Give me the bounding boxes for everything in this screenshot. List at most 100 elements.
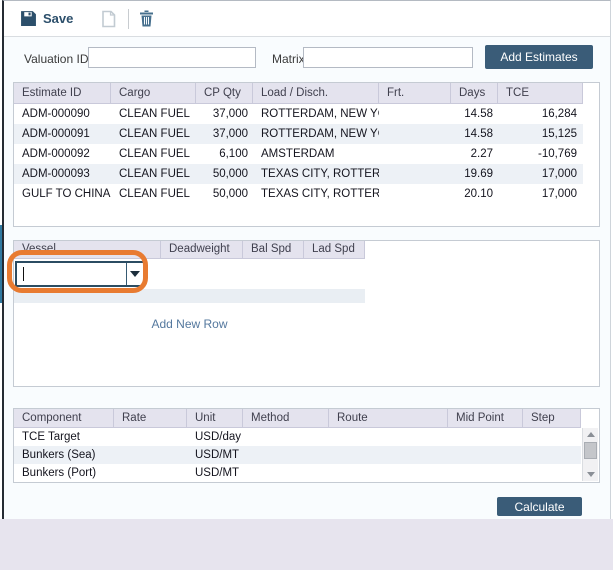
table-cell[interactable]: [329, 446, 448, 464]
table-cell[interactable]: 15,125: [498, 124, 583, 144]
matrix-input[interactable]: [303, 47, 473, 68]
add-new-row-link[interactable]: Add New Row: [14, 317, 365, 331]
table-cell[interactable]: [523, 464, 581, 482]
table-cell[interactable]: 50,000: [196, 164, 253, 184]
column-header: Deadweight: [161, 241, 243, 259]
table-cell[interactable]: ROTTERDAM, NEW YORK: [253, 104, 379, 124]
table-cell[interactable]: ADM-000091: [14, 124, 111, 144]
estimates-grid: Estimate IDCargoCP QtyLoad / Disch.Frt.D…: [13, 82, 600, 227]
table-cell[interactable]: CLEAN FUEL: [111, 164, 196, 184]
table-cell[interactable]: ADM-000090: [14, 104, 111, 124]
table-cell[interactable]: [329, 464, 448, 482]
new-document-icon: [101, 10, 116, 28]
scrollbar-track[interactable]: [583, 460, 598, 468]
toolbar-divider: [128, 9, 129, 29]
table-cell[interactable]: 50,000: [196, 184, 253, 204]
table-cell[interactable]: [114, 428, 187, 446]
table-cell[interactable]: 20.10: [451, 184, 498, 204]
vessel-combobox-input[interactable]: [17, 263, 126, 285]
column-header: Bal Spd: [243, 241, 304, 259]
matrix-label: Matrix: [272, 52, 305, 66]
vessel-empty-row[interactable]: [14, 289, 365, 303]
table-cell[interactable]: [448, 464, 523, 482]
table-cell[interactable]: TCE Target: [14, 428, 114, 446]
footer: [0, 519, 613, 570]
table-row[interactable]: ADM-000090CLEAN FUEL37,000ROTTERDAM, NEW…: [14, 104, 599, 124]
components-grid-body: TCE TargetUSD/dayBunkers (Sea)USD/MTBunk…: [14, 428, 599, 482]
table-cell[interactable]: [379, 184, 451, 204]
table-cell[interactable]: [379, 124, 451, 144]
column-header: Method: [243, 409, 329, 428]
table-cell[interactable]: GULF TO CHINA: [14, 184, 111, 204]
table-cell[interactable]: [523, 428, 581, 446]
table-cell[interactable]: TEXAS CITY, ROTTERDAM: [253, 184, 379, 204]
table-cell[interactable]: [379, 104, 451, 124]
table-row[interactable]: ADM-000092CLEAN FUEL6,100AMSTERDAM 2.27-1…: [14, 144, 599, 164]
table-cell[interactable]: 17,000: [498, 184, 583, 204]
table-cell[interactable]: 6,100: [196, 144, 253, 164]
table-row[interactable]: ADM-000091CLEAN FUEL37,000ROTTERDAM, NEW…: [14, 124, 599, 144]
table-cell[interactable]: CLEAN FUEL: [111, 104, 196, 124]
valuation-id-input[interactable]: [88, 47, 256, 68]
column-header: TCE: [498, 83, 583, 104]
table-row[interactable]: GULF TO CHINACLEAN FUEL50,000TEXAS CITY,…: [14, 184, 599, 204]
table-cell[interactable]: [379, 144, 451, 164]
table-cell[interactable]: ADM-000093: [14, 164, 111, 184]
delete-button[interactable]: [139, 10, 154, 27]
table-cell[interactable]: 37,000: [196, 124, 253, 144]
table-row[interactable]: Bunkers (Port) USD/MT: [14, 464, 599, 482]
table-cell[interactable]: CLEAN FUEL: [111, 184, 196, 204]
table-cell[interactable]: [243, 446, 329, 464]
table-cell[interactable]: [379, 164, 451, 184]
column-header: Step: [523, 409, 581, 428]
table-cell[interactable]: 37,000: [196, 104, 253, 124]
table-cell[interactable]: 19.69: [451, 164, 498, 184]
table-row[interactable]: ADM-000093CLEAN FUEL50,000TEXAS CITY, RO…: [14, 164, 599, 184]
table-cell[interactable]: USD/day: [187, 428, 243, 446]
scroll-up-button[interactable]: [583, 428, 598, 441]
vessel-dropdown-button[interactable]: [126, 263, 143, 285]
table-cell[interactable]: Bunkers (Port): [14, 464, 114, 482]
scrollbar-thumb[interactable]: [584, 442, 597, 459]
table-cell[interactable]: USD/MT: [187, 464, 243, 482]
scroll-down-button[interactable]: [583, 468, 598, 481]
table-cell[interactable]: AMSTERDAM: [253, 144, 379, 164]
table-cell[interactable]: 14.58: [451, 124, 498, 144]
table-cell[interactable]: [114, 464, 187, 482]
new-document-button[interactable]: [101, 10, 116, 28]
table-cell[interactable]: CLEAN FUEL: [111, 144, 196, 164]
table-cell[interactable]: 2.27: [451, 144, 498, 164]
save-button-label: Save: [43, 11, 73, 26]
calculate-button[interactable]: Calculate: [497, 497, 582, 516]
table-cell[interactable]: 14.58: [451, 104, 498, 124]
vessel-grid-header: VesselDeadweightBal SpdLad Spd: [14, 241, 599, 259]
table-row[interactable]: Bunkers (Sea) USD/MT: [14, 446, 599, 464]
table-cell[interactable]: TEXAS CITY, ROTTERDAM: [253, 164, 379, 184]
table-cell[interactable]: [114, 446, 187, 464]
column-header: Component: [14, 409, 114, 428]
table-cell[interactable]: [448, 428, 523, 446]
components-scrollbar[interactable]: [582, 428, 598, 481]
table-cell[interactable]: Bunkers (Sea): [14, 446, 114, 464]
table-cell[interactable]: ROTTERDAM, NEW YORK: [253, 124, 379, 144]
save-button[interactable]: Save: [20, 10, 73, 27]
table-cell[interactable]: 16,284: [498, 104, 583, 124]
text-caret: [23, 267, 24, 281]
table-cell[interactable]: [243, 464, 329, 482]
table-cell[interactable]: [243, 428, 329, 446]
table-cell[interactable]: [448, 446, 523, 464]
table-cell[interactable]: [329, 428, 448, 446]
table-cell[interactable]: -10,769: [498, 144, 583, 164]
vessel-combobox[interactable]: [15, 261, 145, 287]
column-header: CP Qty: [196, 83, 253, 104]
table-cell[interactable]: USD/MT: [187, 446, 243, 464]
table-cell[interactable]: CLEAN FUEL: [111, 124, 196, 144]
column-header: Lad Spd: [304, 241, 365, 259]
components-grid-header: ComponentRateUnitMethodRouteMid PointSte…: [14, 409, 599, 428]
add-estimates-button[interactable]: Add Estimates: [485, 45, 593, 69]
table-cell[interactable]: ADM-000092: [14, 144, 111, 164]
components-grid: ComponentRateUnitMethodRouteMid PointSte…: [13, 408, 600, 483]
table-row[interactable]: TCE Target USD/day: [14, 428, 599, 446]
table-cell[interactable]: 17,000: [498, 164, 583, 184]
table-cell[interactable]: [523, 446, 581, 464]
